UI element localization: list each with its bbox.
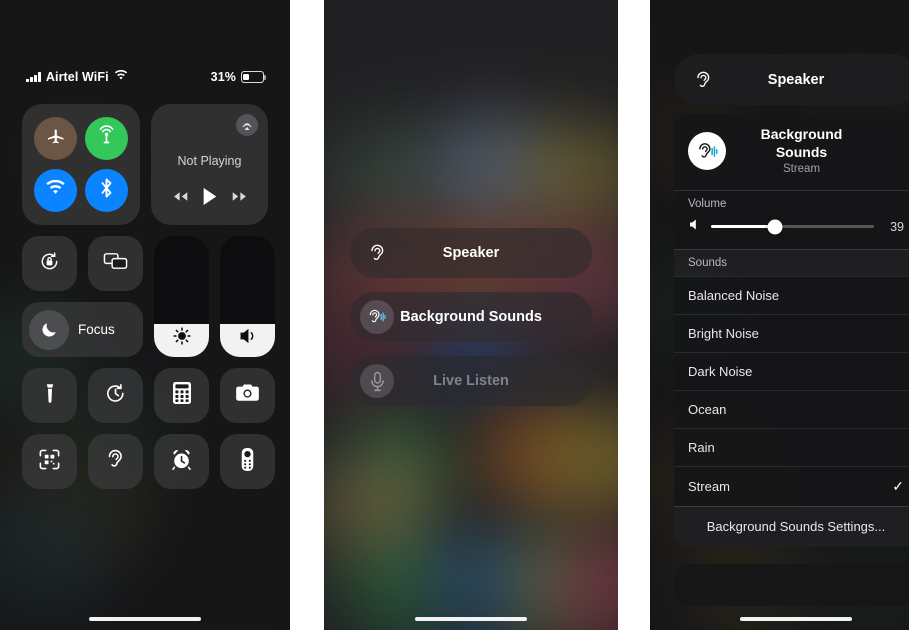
apple-tv-remote-button[interactable]: [220, 434, 275, 489]
bluetooth-icon: [99, 177, 114, 204]
wifi-icon: [114, 70, 128, 84]
alarm-button[interactable]: [154, 434, 209, 489]
sound-label: Bright Noise: [688, 325, 759, 341]
hearing-item-speaker[interactable]: Speaker: [350, 228, 592, 278]
focus-label: Focus: [78, 322, 115, 337]
timer-icon: [104, 382, 127, 410]
remote-icon: [240, 447, 255, 477]
background-sounds-sheet: Background Sounds Stream Volume 39 Sound…: [674, 114, 909, 547]
speaker-icon: [688, 218, 701, 236]
timer-button[interactable]: [88, 368, 143, 423]
shortcut-grid: [22, 368, 275, 489]
home-indicator[interactable]: [89, 616, 201, 621]
hearing-context-menu: Speaker Background Sounds Live Listen: [350, 228, 592, 406]
media-transport-controls: [151, 187, 268, 211]
rotation-lock-toggle[interactable]: [22, 236, 77, 291]
speaker-pill[interactable]: Speaker: [674, 54, 909, 105]
screen-mirroring-icon: [103, 251, 128, 276]
checkmark-icon: ✓: [892, 477, 904, 494]
play-icon[interactable]: [202, 187, 218, 211]
cellular-data-toggle[interactable]: [85, 116, 128, 160]
sheet-subtitle: Stream: [782, 163, 821, 175]
sound-option-row[interactable]: Rain: [674, 427, 909, 466]
background-sounds-icon: [688, 132, 726, 171]
carrier-label: Airtel WiFi: [45, 70, 109, 84]
focus-toggle[interactable]: Focus: [22, 302, 143, 357]
camera-icon: [235, 383, 260, 408]
speaker-pill-label: Speaker: [767, 71, 825, 88]
ear-icon: [360, 236, 394, 270]
panel-background-sounds: Speaker Background Sounds Stream Volume …: [650, 0, 909, 630]
sound-option-row[interactable]: Bright Noise: [674, 313, 909, 352]
connectivity-module[interactable]: [22, 104, 140, 225]
status-bar: Airtel WiFi 31%: [0, 68, 290, 86]
panel-control-center: Airtel WiFi 31% Not Playing Focus: [0, 0, 290, 630]
calculator-button[interactable]: [154, 368, 209, 423]
screenshot-stage: Airtel WiFi 31% Not Playing Focus Speake…: [0, 0, 909, 630]
flashlight-icon: [39, 382, 61, 409]
moon-icon: [29, 309, 69, 350]
code-scanner-button[interactable]: [22, 434, 77, 489]
screen-mirroring-toggle[interactable]: [88, 236, 143, 291]
sound-option-row[interactable]: Ocean: [674, 389, 909, 428]
hearing-item-background-sounds[interactable]: Background Sounds: [350, 292, 592, 342]
home-indicator[interactable]: [740, 616, 852, 621]
home-indicator[interactable]: [415, 616, 527, 621]
sound-option-row[interactable]: Dark Noise: [674, 351, 909, 390]
hearing-button[interactable]: [88, 434, 143, 489]
airplane-mode-toggle[interactable]: [34, 116, 77, 160]
battery-percent-label: 31%: [210, 70, 236, 84]
sheet-title: Background Sounds: [760, 126, 843, 160]
volume-slider-thumb[interactable]: [767, 219, 783, 235]
brightness-slider[interactable]: [154, 236, 209, 357]
volume-row[interactable]: 39: [674, 214, 909, 249]
camera-button[interactable]: [220, 368, 275, 423]
volume-slider-track[interactable]: [711, 219, 874, 235]
background-sounds-icon: [360, 300, 394, 334]
sound-label: Balanced Noise: [688, 287, 780, 303]
sound-option-row[interactable]: Balanced Noise: [674, 275, 909, 314]
rotation-lock-icon: [38, 250, 61, 278]
volume-value: 39: [890, 219, 904, 234]
media-status-label: Not Playing: [177, 154, 242, 168]
sound-label: Ocean: [688, 401, 727, 417]
volume-section: Volume 39: [674, 189, 909, 249]
background-sounds-settings-link[interactable]: Background Sounds Settings...: [674, 505, 909, 547]
cellular-antenna-icon: [96, 125, 117, 151]
partial-sheet-below[interactable]: [674, 564, 909, 606]
sounds-section-header: Sounds: [674, 248, 909, 276]
fast-forward-icon[interactable]: [231, 190, 248, 208]
wifi-toggle[interactable]: [34, 169, 77, 213]
media-player-module[interactable]: Not Playing: [151, 104, 268, 225]
rewind-icon[interactable]: [172, 190, 189, 208]
panel-hearing-menu: Speaker Background Sounds Live Listen: [324, 0, 618, 630]
volume-label: Volume: [688, 197, 727, 210]
sound-option-row-selected[interactable]: Stream ✓: [674, 465, 909, 506]
airplane-icon: [46, 126, 66, 151]
ear-icon: [105, 447, 126, 476]
control-center-grid: Not Playing Focus: [22, 104, 275, 489]
bluetooth-toggle[interactable]: [85, 169, 128, 213]
brightness-icon: [171, 325, 193, 356]
airplay-audio-icon[interactable]: [236, 114, 258, 136]
microphone-icon: [360, 364, 394, 398]
sheet-header[interactable]: Background Sounds Stream: [674, 114, 909, 190]
wifi-icon: [45, 180, 66, 201]
sound-label: Stream: [688, 478, 730, 494]
speaker-icon: [237, 326, 259, 355]
calculator-icon: [172, 381, 192, 410]
battery-icon: [241, 71, 267, 83]
flashlight-button[interactable]: [22, 368, 77, 423]
alarm-clock-icon: [170, 448, 193, 476]
qr-scanner-icon: [38, 448, 61, 476]
cellular-bars-icon: [26, 72, 41, 82]
hearing-item-live-listen[interactable]: Live Listen: [350, 356, 592, 406]
volume-slider[interactable]: [220, 236, 275, 357]
sound-label: Dark Noise: [688, 363, 753, 379]
sound-label: Rain: [688, 439, 715, 455]
